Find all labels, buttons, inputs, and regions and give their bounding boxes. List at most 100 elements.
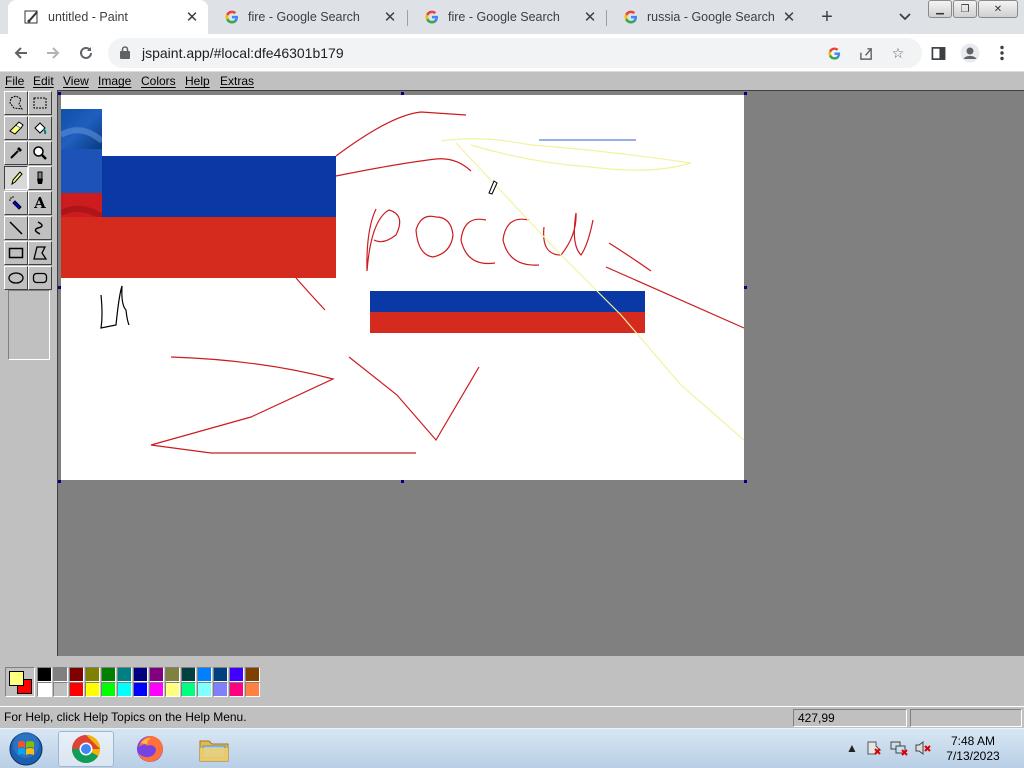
- palette-swatch[interactable]: [229, 667, 244, 682]
- restore-window-button[interactable]: ❐: [953, 0, 977, 18]
- tab-title: russia - Google Search: [647, 10, 775, 24]
- ellipse-tool[interactable]: [4, 266, 28, 290]
- menu-image[interactable]: Image: [98, 74, 131, 88]
- status-help-text: For Help, click Help Topics on the Help …: [4, 710, 247, 724]
- select-tool[interactable]: [28, 91, 52, 115]
- close-tab-icon[interactable]: ✕: [182, 7, 202, 27]
- free-form-select-tool[interactable]: [4, 91, 28, 115]
- paint-favicon-icon: [24, 9, 40, 25]
- menu-edit[interactable]: Edit: [33, 74, 54, 88]
- url-text[interactable]: jspaint.app/#local:dfe46301b179: [142, 45, 344, 61]
- magnifier-tool[interactable]: [28, 141, 52, 165]
- lock-icon: [120, 46, 130, 59]
- palette-swatch[interactable]: [133, 682, 148, 697]
- network-icon[interactable]: [890, 740, 908, 759]
- palette-swatch[interactable]: [229, 682, 244, 697]
- close-tab-icon[interactable]: ✕: [779, 7, 799, 27]
- palette-swatch[interactable]: [245, 667, 260, 682]
- pencil-tool[interactable]: [4, 166, 28, 190]
- tab-paint[interactable]: untitled - Paint ✕: [8, 0, 208, 34]
- airbrush-tool[interactable]: [4, 191, 28, 215]
- palette-swatch[interactable]: [197, 667, 212, 682]
- menu-file[interactable]: File: [5, 74, 24, 88]
- brush-tool[interactable]: [28, 166, 52, 190]
- bookmark-star-icon[interactable]: ☆: [889, 44, 907, 62]
- new-tab-button[interactable]: +: [815, 5, 839, 29]
- profile-button[interactable]: [957, 41, 983, 65]
- palette-swatch[interactable]: [197, 682, 212, 697]
- resize-handle-bottom[interactable]: [401, 480, 404, 483]
- forward-button[interactable]: [40, 41, 66, 65]
- back-button[interactable]: [8, 41, 34, 65]
- action-center-icon[interactable]: [866, 740, 882, 759]
- menu-help[interactable]: Help: [185, 74, 210, 88]
- pick-color-tool[interactable]: [4, 141, 28, 165]
- eraser-tool[interactable]: [4, 116, 28, 140]
- line-tool[interactable]: [4, 216, 28, 240]
- close-tab-icon[interactable]: ✕: [380, 7, 400, 27]
- google-lens-icon[interactable]: [825, 44, 843, 62]
- close-window-button[interactable]: ✕: [978, 0, 1018, 18]
- side-panel-button[interactable]: [925, 41, 951, 65]
- palette-swatch[interactable]: [37, 667, 52, 682]
- fill-with-color-tool[interactable]: [28, 116, 52, 140]
- close-tab-icon[interactable]: ✕: [580, 7, 600, 27]
- palette-swatch[interactable]: [181, 682, 196, 697]
- palette-swatch[interactable]: [69, 667, 84, 682]
- tab-fire-search-2[interactable]: fire - Google Search ✕: [408, 0, 606, 34]
- rectangle-select-icon: [33, 97, 47, 109]
- airbrush-icon: [9, 196, 22, 210]
- polygon-tool[interactable]: [28, 241, 52, 265]
- address-toolbar: jspaint.app/#local:dfe46301b179 ☆: [0, 34, 1024, 72]
- taskbar-clock[interactable]: 7:48 AM 7/13/2023: [938, 734, 1008, 764]
- menu-extras[interactable]: Extras: [220, 74, 254, 88]
- show-hidden-icons-button[interactable]: ▲: [846, 741, 858, 755]
- palette-swatch[interactable]: [149, 667, 164, 682]
- share-icon[interactable]: [857, 44, 875, 62]
- palette-swatch[interactable]: [101, 667, 116, 682]
- palette-swatch[interactable]: [245, 682, 260, 697]
- reload-button[interactable]: [73, 41, 99, 65]
- omnibox[interactable]: jspaint.app/#local:dfe46301b179 ☆: [108, 38, 922, 68]
- palette-swatch[interactable]: [181, 667, 196, 682]
- palette-swatch[interactable]: [101, 682, 116, 697]
- start-button[interactable]: [0, 731, 52, 767]
- palette-swatch[interactable]: [85, 682, 100, 697]
- palette-swatch[interactable]: [85, 667, 100, 682]
- menu-colors[interactable]: Colors: [141, 74, 176, 88]
- google-icon: [424, 9, 440, 25]
- rounded-rectangle-icon: [32, 272, 48, 284]
- tab-russia-search[interactable]: russia - Google Search ✕: [607, 0, 805, 34]
- palette-swatch[interactable]: [69, 682, 84, 697]
- text-tool[interactable]: A: [28, 191, 52, 215]
- tool-options-panel[interactable]: [8, 290, 50, 360]
- palette-swatch[interactable]: [149, 682, 164, 697]
- palette-swatch[interactable]: [133, 667, 148, 682]
- tab-search-chevron-icon[interactable]: [895, 6, 915, 28]
- palette-swatch[interactable]: [213, 667, 228, 682]
- firefox-icon: [137, 736, 163, 762]
- rounded-rectangle-tool[interactable]: [28, 266, 52, 290]
- palette-swatch[interactable]: [37, 682, 52, 697]
- palette-swatch[interactable]: [53, 682, 68, 697]
- curve-tool[interactable]: [28, 216, 52, 240]
- taskbar-file-explorer[interactable]: [186, 731, 242, 767]
- taskbar-firefox[interactable]: [122, 731, 178, 767]
- palette-swatch[interactable]: [117, 682, 132, 697]
- palette-swatch[interactable]: [213, 682, 228, 697]
- resize-handle-right[interactable]: [744, 286, 747, 289]
- drawing-canvas[interactable]: [61, 95, 744, 480]
- palette-swatch[interactable]: [53, 667, 68, 682]
- minimize-window-button[interactable]: ▁: [928, 0, 952, 18]
- primary-color[interactable]: [9, 671, 24, 686]
- menu-view[interactable]: View: [63, 74, 89, 88]
- volume-muted-icon[interactable]: [914, 740, 932, 759]
- taskbar-chrome[interactable]: [58, 731, 114, 767]
- palette-swatch[interactable]: [165, 667, 180, 682]
- palette-swatch[interactable]: [165, 682, 180, 697]
- tab-fire-search-1[interactable]: fire - Google Search ✕: [208, 0, 406, 34]
- resize-handle-corner[interactable]: [744, 480, 747, 483]
- palette-swatch[interactable]: [117, 667, 132, 682]
- browser-menu-button[interactable]: [989, 41, 1015, 65]
- rectangle-tool[interactable]: [4, 241, 28, 265]
